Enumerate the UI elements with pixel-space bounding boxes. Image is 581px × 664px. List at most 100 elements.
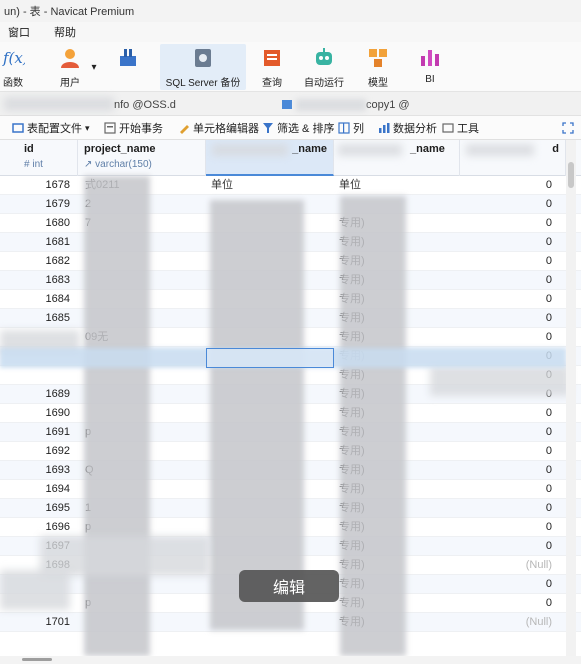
cell-column-5[interactable]: 0 bbox=[462, 290, 556, 309]
filter-sort-button[interactable]: 筛选 & 排序 bbox=[262, 120, 334, 136]
tools-button[interactable]: 工具 bbox=[442, 120, 479, 136]
tools-icon bbox=[442, 122, 454, 134]
cell-id[interactable]: 1684 bbox=[18, 290, 74, 309]
horizontal-scrollbar[interactable] bbox=[0, 656, 581, 664]
cell-id[interactable]: 1691 bbox=[18, 423, 74, 442]
cell-column-5[interactable]: 0 bbox=[462, 233, 556, 252]
cell-column-5[interactable]: 0 bbox=[462, 518, 556, 537]
cell-column-4[interactable]: 单位 bbox=[336, 176, 460, 195]
title-bar: un) - 表 - Navicat Premium bbox=[0, 0, 581, 22]
cell-column-5[interactable]: 0 bbox=[462, 499, 556, 518]
function-icon: f(x) bbox=[1, 46, 29, 70]
query-button[interactable]: 查询 bbox=[258, 44, 286, 90]
profile-icon bbox=[12, 122, 24, 134]
tool-button[interactable] bbox=[114, 44, 142, 90]
cell-column-5[interactable]: 0 bbox=[462, 176, 556, 195]
svg-text:f(x): f(x) bbox=[2, 49, 25, 67]
window-title: un) - 表 - Navicat Premium bbox=[4, 6, 135, 18]
tool-icon bbox=[116, 46, 140, 70]
edit-icon bbox=[178, 122, 190, 134]
chevron-down-icon: ▾ bbox=[91, 62, 97, 73]
cell-column-5[interactable]: 0 bbox=[462, 404, 556, 423]
vertical-scrollbar[interactable] bbox=[566, 140, 576, 656]
analysis-icon bbox=[378, 122, 390, 134]
cell-id[interactable]: 1683 bbox=[18, 271, 74, 290]
blurred-region bbox=[4, 97, 114, 111]
backup-icon bbox=[191, 46, 215, 70]
cell-id[interactable]: 1680 bbox=[18, 214, 74, 233]
model-label: 模型 bbox=[368, 78, 388, 89]
columns-button[interactable]: 列 bbox=[338, 120, 364, 136]
cell-column-5[interactable]: 0 bbox=[462, 480, 556, 499]
column-header-project-name[interactable]: project_name ↗ varchar(150) bbox=[78, 140, 206, 176]
cell-id[interactable]: 1681 bbox=[18, 233, 74, 252]
query-icon bbox=[260, 46, 284, 70]
cell-column-5[interactable]: (Null) bbox=[462, 613, 556, 632]
filter-icon bbox=[262, 122, 274, 134]
menu-help[interactable]: 帮助 bbox=[52, 22, 78, 42]
bi-button[interactable]: BI bbox=[416, 44, 444, 90]
vertical-scroll-thumb[interactable] bbox=[568, 162, 574, 188]
function-label: 函数 bbox=[3, 78, 23, 89]
cell-id[interactable]: 1693 bbox=[18, 461, 74, 480]
key-icon: # bbox=[24, 159, 30, 170]
ribbon: f(x) 函数 用户 ▾ SQL Server 备份 查询 自动运行 bbox=[0, 42, 581, 92]
cell-column-5[interactable]: 0 bbox=[462, 537, 556, 556]
cell-id[interactable] bbox=[18, 366, 74, 385]
cell-column-5[interactable]: 0 bbox=[462, 575, 556, 594]
text-type-icon: ↗ bbox=[84, 159, 93, 170]
grid-header: id # int project_name ↗ varchar(150) _na… bbox=[0, 140, 581, 176]
cell-column-5[interactable]: 0 bbox=[462, 271, 556, 290]
cell-id[interactable]: 1694 bbox=[18, 480, 74, 499]
bi-label: BI bbox=[425, 74, 435, 85]
begin-transaction-button[interactable]: 开始事务 bbox=[104, 120, 163, 136]
backup-button[interactable]: SQL Server 备份 bbox=[160, 44, 246, 90]
function-button[interactable]: f(x) 函数 bbox=[0, 44, 29, 90]
cell-column-5[interactable]: 0 bbox=[462, 594, 556, 613]
auto-run-label: 自动运行 bbox=[304, 78, 344, 89]
data-analysis-button[interactable]: 数据分析 bbox=[378, 120, 437, 136]
cell-column-5[interactable]: 0 bbox=[462, 442, 556, 461]
tab-table-info[interactable]: nfo @OSS.d bbox=[114, 95, 176, 114]
cell-column-5[interactable]: (Null) bbox=[462, 556, 556, 575]
bi-icon bbox=[418, 46, 442, 70]
cell-id[interactable]: 1696 bbox=[18, 518, 74, 537]
cell-column-5[interactable]: 0 bbox=[462, 195, 556, 214]
horizontal-scroll-thumb[interactable] bbox=[22, 658, 52, 661]
table-icon bbox=[282, 100, 292, 109]
cell-id[interactable]: 1690 bbox=[18, 404, 74, 423]
cell-editor-button[interactable]: 单元格编辑器 bbox=[178, 120, 259, 136]
cell-id[interactable]: 1695 bbox=[18, 499, 74, 518]
cell-id[interactable]: 1692 bbox=[18, 442, 74, 461]
cell-id[interactable]: 1689 bbox=[18, 385, 74, 404]
cell-id[interactable]: 1682 bbox=[18, 252, 74, 271]
table-toolbar: 表配置文件 ▾ 开始事务 单元格编辑器 筛选 & 排序 列 数据分析 工具 bbox=[0, 116, 581, 140]
cell-id[interactable]: 1685 bbox=[18, 309, 74, 328]
cell-column-5[interactable]: 0 bbox=[462, 252, 556, 271]
cell-id[interactable]: 1679 bbox=[18, 195, 74, 214]
cell-column-3[interactable]: 单位 bbox=[208, 176, 334, 195]
model-icon bbox=[366, 46, 390, 70]
table-profile-button[interactable]: 表配置文件 ▾ bbox=[12, 120, 90, 136]
cell-id[interactable]: 1678 bbox=[18, 176, 74, 195]
user-dropdown-button[interactable]: ▾ bbox=[90, 44, 98, 90]
menu-bar: 窗口 帮助 bbox=[0, 22, 581, 42]
edit-tooltip: 编辑 bbox=[239, 570, 339, 602]
tab-table-copy[interactable]: copy1 @ bbox=[282, 95, 410, 114]
expand-icon[interactable] bbox=[562, 120, 574, 136]
user-button[interactable]: 用户 bbox=[56, 44, 84, 90]
chevron-down-icon: ▾ bbox=[85, 122, 90, 133]
column-header-id[interactable]: id # int bbox=[18, 140, 78, 176]
user-label: 用户 bbox=[60, 78, 80, 89]
cell-column-5[interactable]: 0 bbox=[462, 461, 556, 480]
selected-cell[interactable] bbox=[206, 348, 334, 368]
model-button[interactable]: 模型 bbox=[364, 44, 392, 90]
cell-column-5[interactable]: 0 bbox=[462, 214, 556, 233]
menu-window[interactable]: 窗口 bbox=[6, 22, 32, 42]
auto-run-button[interactable]: 自动运行 bbox=[300, 44, 348, 90]
cell-column-5[interactable]: 0 bbox=[462, 328, 556, 347]
tab-bar: nfo @OSS.d copy1 @ bbox=[0, 92, 581, 116]
cell-column-5[interactable]: 0 bbox=[462, 423, 556, 442]
cell-column-5[interactable]: 0 bbox=[462, 309, 556, 328]
cell-id[interactable]: 1701 bbox=[18, 613, 74, 632]
